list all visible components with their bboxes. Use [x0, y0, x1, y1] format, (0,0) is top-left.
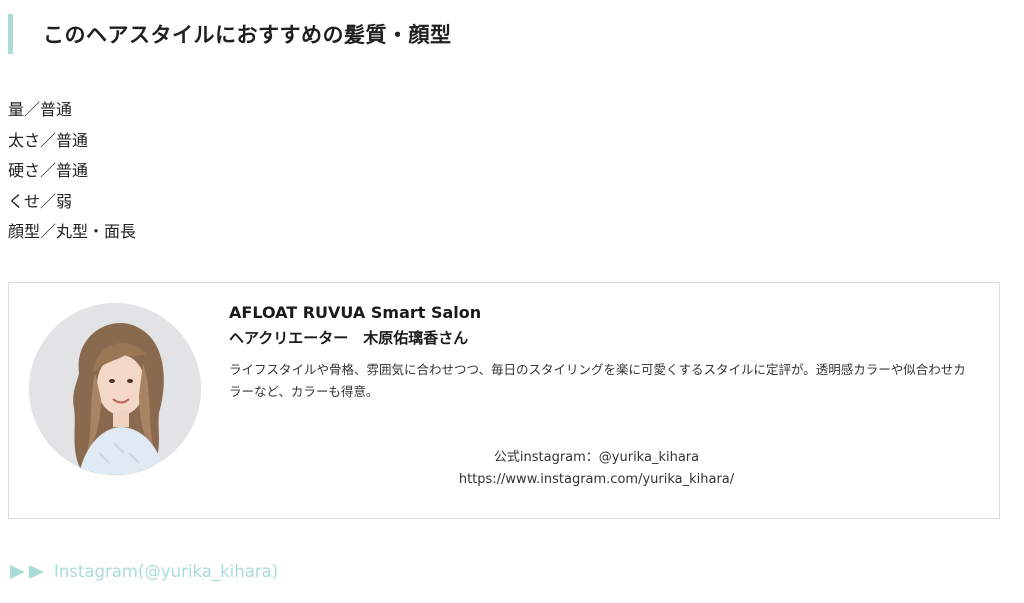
attribute-volume: 量／普通	[8, 100, 73, 119]
stylist-bio: ライフスタイルや骨格、雰囲気に合わせつつ、毎日のスタイリングを楽に可愛くするスタ…	[229, 362, 966, 399]
article-section: このヘアスタイルにおすすめの髪質・顔型 量／普通 太さ／普通 硬さ／普通 くせ／…	[0, 0, 1024, 603]
salon-name: AFLOAT RUVUA Smart Salon	[229, 303, 482, 322]
section-heading-title: このヘアスタイルにおすすめの髪質・顔型	[43, 23, 452, 47]
stylist-photo-illustration	[29, 303, 201, 475]
attribute-face-shape: 顔型／丸型・面長	[8, 222, 137, 241]
instagram-handle-label: 公式instagram：@yurika_kihara	[493, 450, 700, 465]
stylist-profile-card: AFLOAT RUVUA Smart Salon ヘアクリエーター 木原佑璃香さ…	[8, 282, 1000, 519]
stylist-avatar	[29, 303, 201, 475]
attribute-stiffness: 硬さ／普通	[8, 161, 89, 180]
attribute-curl: くせ／弱	[8, 191, 73, 211]
instagram-url: https://www.instagram.com/yurika_kihara/	[458, 472, 735, 487]
instagram-link-label: Instagram(@yurika_kihara)	[54, 562, 279, 581]
instagram-link[interactable]: Instagram(@yurika_kihara)	[10, 562, 278, 581]
hair-attribute-list: 量／普通 太さ／普通 硬さ／普通 くせ／弱 顔型／丸型・面長	[8, 95, 136, 248]
section-heading: このヘアスタイルにおすすめの髪質・顔型	[8, 14, 452, 54]
stylist-name: ヘアクリエーター 木原佑璃香さん	[229, 329, 469, 347]
attribute-thickness: 太さ／普通	[8, 130, 89, 150]
stylist-contact: 公式instagram：@yurika_kihara https://www.i…	[229, 447, 964, 491]
double-play-arrow-icon	[10, 564, 48, 580]
